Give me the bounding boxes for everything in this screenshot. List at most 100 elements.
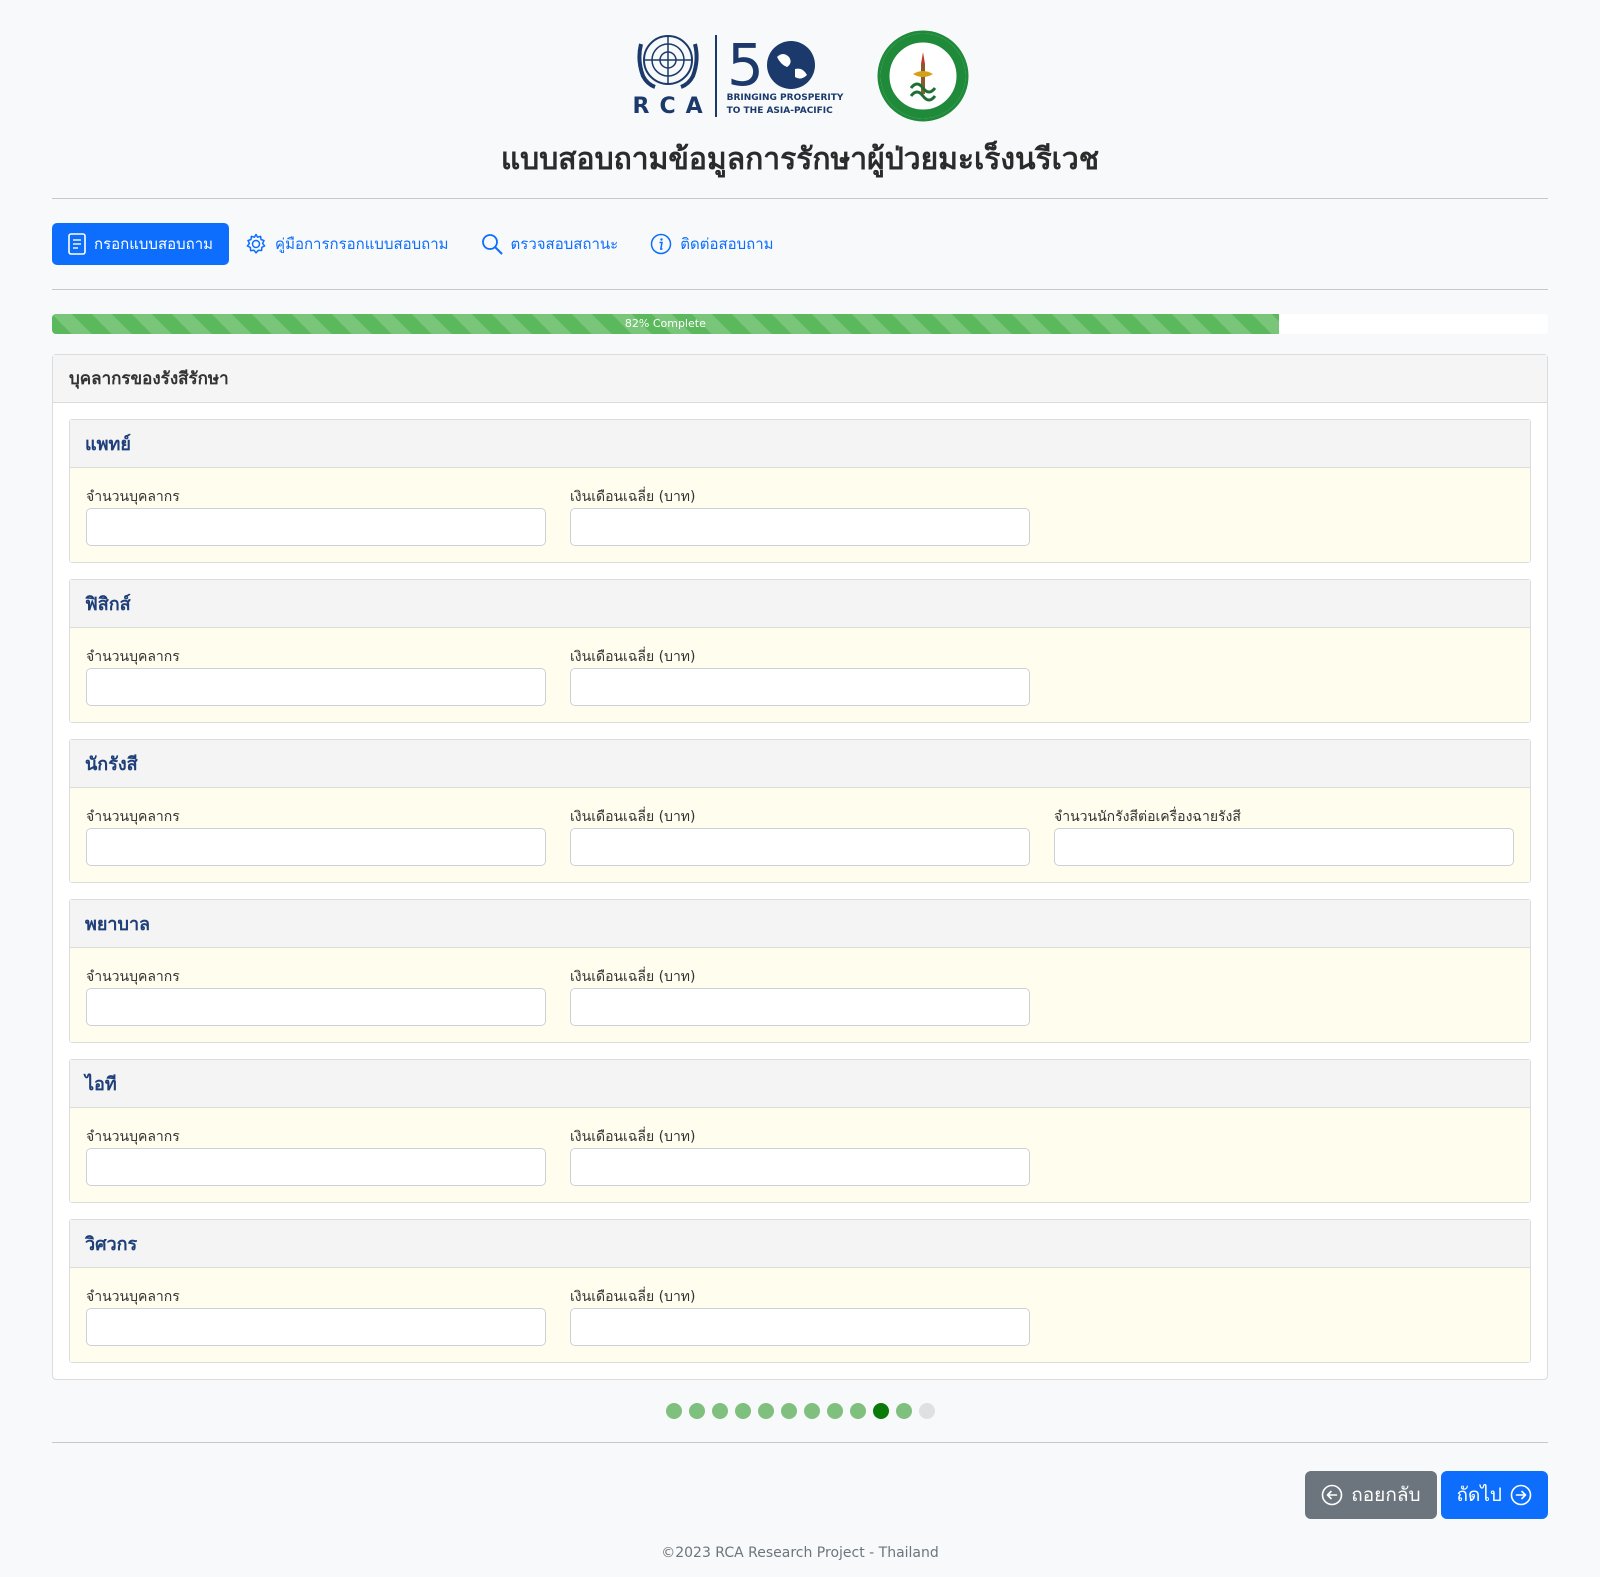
step-dot[interactable] xyxy=(711,1403,728,1419)
field-label: จำนวนบุคลากร xyxy=(86,809,180,825)
step-dot[interactable] xyxy=(757,1403,774,1419)
next-button[interactable]: ถัดไป xyxy=(1440,1471,1548,1519)
back-button-label: ถอยกลับ xyxy=(1351,1484,1421,1506)
group-fields: จำนวนบุคลากร เงินเดือนเฉลี่ย (บาท) จำนวนนั… xyxy=(70,788,1530,882)
form-field: เงินเดือนเฉลี่ย (บาท) xyxy=(570,966,1030,1026)
staff-count-input[interactable] xyxy=(86,828,546,866)
group-fields: จำนวนบุคลากร เงินเดือนเฉลี่ย (บาท) xyxy=(70,468,1530,562)
average-salary-input[interactable] xyxy=(570,828,1030,866)
step-dot[interactable] xyxy=(918,1403,935,1419)
form-field: เงินเดือนเฉลี่ย (บาท) xyxy=(570,806,1030,866)
form-field: จำนวนนักรังสีต่อเครื่องฉายรังสี xyxy=(1054,806,1514,866)
nav-label: ตรวจสอบสถานะ xyxy=(510,235,619,253)
field-label: เงินเดือนเฉลี่ย (บาท) xyxy=(570,489,696,505)
form-field: เงินเดือนเฉลี่ย (บาท) xyxy=(570,1126,1030,1186)
arrow-right-circle-icon xyxy=(1510,1484,1532,1506)
average-salary-input[interactable] xyxy=(570,668,1030,706)
step-dot[interactable] xyxy=(849,1403,866,1419)
section-body: แพทย์ จำนวนบุคลากร เงินเดือนเฉลี่ย (บาท) ฟิ… xyxy=(53,403,1547,1379)
svg-text:5: 5 xyxy=(727,35,764,91)
group-fields: จำนวนบุคลากร เงินเดือนเฉลี่ย (บาท) xyxy=(70,948,1530,1042)
average-salary-input[interactable] xyxy=(570,1308,1030,1346)
form-field: เงินเดือนเฉลี่ย (บาท) xyxy=(570,486,1030,546)
staff-count-input[interactable] xyxy=(86,668,546,706)
personnel-group: แพทย์จำนวนบุคลากร เงินเดือนเฉลี่ย (บาท) xyxy=(69,419,1531,563)
step-dot[interactable] xyxy=(803,1403,820,1419)
group-fields: จำนวนบุคลากร เงินเดือนเฉลี่ย (บาท) xyxy=(70,1108,1530,1202)
rca-tagline-1: BRINGING PROSPERITY xyxy=(726,93,844,103)
info-icon xyxy=(650,233,672,255)
personnel-section: บุคลากรของรังสีรักษา แพทย์ จำนวนบุคลากร เง… xyxy=(52,354,1548,1380)
step-dot[interactable] xyxy=(665,1403,682,1419)
gear-icon xyxy=(246,233,266,254)
page-title: แบบสอบถามข้อมูลการรักษาผู้ป่วยมะเร็งนรีเ… xyxy=(500,142,1100,177)
step-dot[interactable] xyxy=(895,1403,912,1419)
logos: RCA 50 5 BRINGING PROSPERITY TO TH xyxy=(52,30,1548,122)
staff-count-input[interactable] xyxy=(86,508,546,546)
field-label: เงินเดือนเฉลี่ย (บาท) xyxy=(570,969,696,985)
fifty-globe-icon: 5 xyxy=(727,35,815,91)
form-field: เงินเดือนเฉลี่ย (บาท) xyxy=(570,1286,1030,1346)
form-field: เงินเดือนเฉลี่ย (บาท) xyxy=(570,646,1030,706)
nav-contact[interactable]: ติดต่อสอบถาม xyxy=(634,223,789,265)
form-field: จำนวนบุคลากร xyxy=(86,966,546,1026)
average-salary-input[interactable] xyxy=(570,988,1030,1026)
form-field: จำนวนบุคลากร xyxy=(86,486,546,546)
personnel-group: ฟิสิกส์จำนวนบุคลากร เงินเดือนเฉลี่ย (บาท) xyxy=(69,579,1531,723)
personnel-group: วิศวกรจำนวนบุคลากร เงินเดือนเฉลี่ย (บาท) xyxy=(69,1219,1531,1363)
group-title: นักรังสี xyxy=(70,740,1530,788)
group-title: ไอที xyxy=(70,1060,1530,1108)
page-header: RCA 50 5 BRINGING PROSPERITY TO TH xyxy=(52,0,1548,198)
field-label: เงินเดือนเฉลี่ย (บาท) xyxy=(570,1129,696,1145)
progress-bar-fill: 82% Complete xyxy=(52,314,1279,334)
nav-fill-questionnaire[interactable]: กรอกแบบสอบถาม xyxy=(52,223,230,265)
document-icon xyxy=(68,233,86,255)
form-field: จำนวนบุคลากร xyxy=(86,1286,546,1346)
field-label: เงินเดือนเฉลี่ย (บาท) xyxy=(570,1289,696,1305)
thai-association-seal xyxy=(877,30,969,122)
progress-bar-track: 82% Complete xyxy=(52,314,1548,334)
average-salary-input[interactable] xyxy=(570,508,1030,546)
next-button-label: ถัดไป xyxy=(1456,1484,1502,1506)
staff-count-input[interactable] xyxy=(86,1148,546,1186)
nav-label: คู่มือการกรอกแบบสอบถาม xyxy=(275,235,449,253)
rca-letters: RCA xyxy=(632,94,713,119)
field-label: เงินเดือนเฉลี่ย (บาท) xyxy=(570,809,696,825)
step-dot[interactable] xyxy=(826,1403,843,1419)
nav-manual[interactable]: คู่มือการกรอกแบบสอบถาม xyxy=(229,223,465,265)
group-title: พยาบาล xyxy=(70,900,1530,948)
ratio-input[interactable] xyxy=(1054,828,1514,866)
nav-check-status[interactable]: ตรวจสอบสถานะ xyxy=(465,223,635,265)
personnel-group: นักรังสีจำนวนบุคลากร เงินเดือนเฉลี่ย (บาท… xyxy=(69,739,1531,883)
staff-count-input[interactable] xyxy=(86,988,546,1026)
step-dot[interactable] xyxy=(734,1403,751,1419)
section-title: บุคลากรของรังสีรักษา xyxy=(53,355,1547,403)
progress-area: 82% Complete xyxy=(52,290,1548,354)
step-dot[interactable] xyxy=(780,1403,797,1419)
un-globe-icon xyxy=(637,35,699,89)
average-salary-input[interactable] xyxy=(570,1148,1030,1186)
rca-50-mark: 50 5 BRINGING PROSPERITY TO THE ASIA-PAC… xyxy=(727,35,844,117)
step-dot[interactable] xyxy=(872,1403,889,1419)
form-field: จำนวนบุคลากร xyxy=(86,646,546,706)
group-title: แพทย์ xyxy=(70,420,1530,468)
step-dot[interactable] xyxy=(688,1403,705,1419)
field-label: จำนวนบุคลากร xyxy=(86,649,180,665)
personnel-group: พยาบาลจำนวนบุคลากร เงินเดือนเฉลี่ย (บาท) xyxy=(69,899,1531,1043)
field-label: จำนวนบุคลากร xyxy=(86,1289,180,1305)
staff-count-input[interactable] xyxy=(86,1308,546,1346)
group-title: ฟิสิกส์ xyxy=(70,580,1530,628)
search-icon xyxy=(481,234,503,255)
arrow-left-circle-icon xyxy=(1321,1484,1343,1506)
group-fields: จำนวนบุคลากร เงินเดือนเฉลี่ย (บาท) xyxy=(70,628,1530,722)
form-field: จำนวนบุคลากร xyxy=(86,806,546,866)
rca-tagline-2: TO THE ASIA-PACIFIC xyxy=(726,106,833,116)
field-label: จำนวนบุคลากร xyxy=(86,969,180,985)
form-actions: ถอยกลับ ถัดไป xyxy=(52,1443,1548,1543)
back-button[interactable]: ถอยกลับ xyxy=(1305,1471,1437,1519)
nav-label: กรอกแบบสอบถาม xyxy=(94,235,214,253)
group-title: วิศวกร xyxy=(70,1220,1530,1268)
field-label: จำนวนบุคลากร xyxy=(86,1129,180,1145)
step-indicator xyxy=(52,1380,1548,1442)
personnel-group: ไอทีจำนวนบุคลากร เงินเดือนเฉลี่ย (บาท) xyxy=(69,1059,1531,1203)
